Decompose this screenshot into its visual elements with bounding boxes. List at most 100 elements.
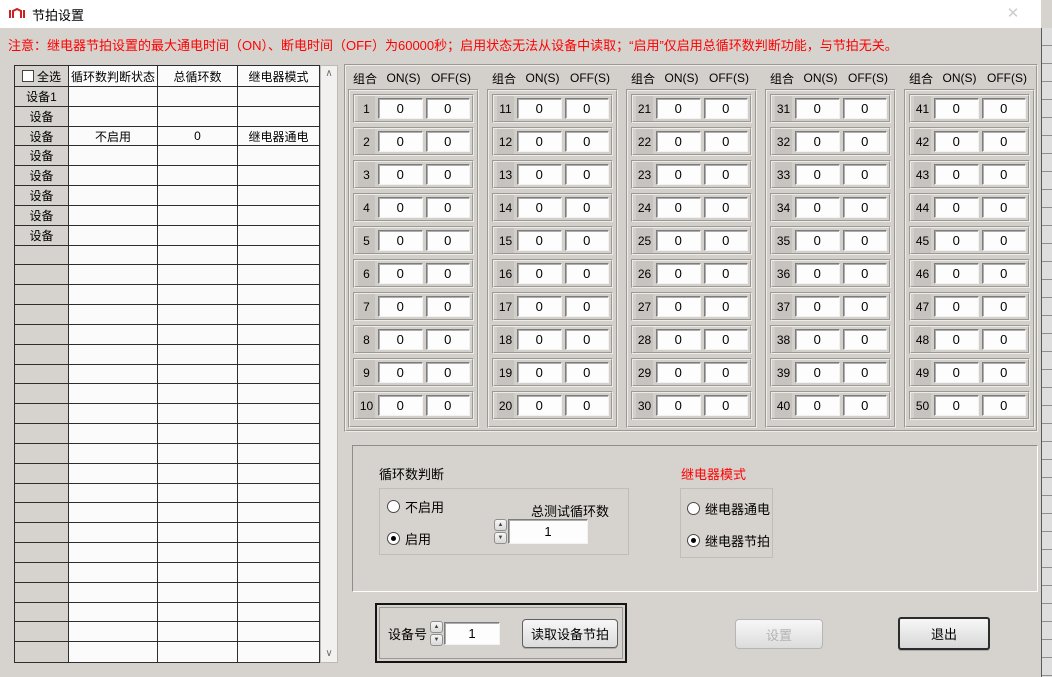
off-seconds-input[interactable]: 0 [843, 329, 888, 350]
off-seconds-input[interactable]: 0 [843, 197, 888, 218]
on-seconds-input[interactable]: 0 [795, 395, 840, 416]
off-seconds-input[interactable]: 0 [565, 164, 610, 185]
off-seconds-input[interactable]: 0 [565, 98, 610, 119]
device-row-label[interactable] [15, 246, 69, 266]
on-seconds-input[interactable]: 0 [378, 329, 423, 350]
total-cycles-input[interactable]: 1 [508, 519, 588, 544]
off-seconds-input[interactable]: 0 [982, 263, 1027, 284]
on-seconds-input[interactable]: 0 [934, 131, 979, 152]
on-seconds-input[interactable]: 0 [795, 230, 840, 251]
off-seconds-input[interactable]: 0 [565, 230, 610, 251]
radio-cycle-disable[interactable]: 不启用 [387, 497, 444, 516]
on-seconds-input[interactable]: 0 [378, 230, 423, 251]
on-seconds-input[interactable]: 0 [795, 131, 840, 152]
off-seconds-input[interactable]: 0 [704, 197, 749, 218]
close-icon[interactable]: ✕ [999, 3, 1027, 25]
spin-up-icon[interactable]: ▲ [494, 519, 507, 531]
off-seconds-input[interactable]: 0 [704, 263, 749, 284]
off-seconds-input[interactable]: 0 [843, 164, 888, 185]
on-seconds-input[interactable]: 0 [656, 296, 701, 317]
table-scrollbar[interactable]: ∧ ∨ [320, 65, 338, 663]
on-seconds-input[interactable]: 0 [934, 98, 979, 119]
on-seconds-input[interactable]: 0 [378, 296, 423, 317]
off-seconds-input[interactable]: 0 [426, 296, 471, 317]
device-row-label[interactable] [15, 305, 69, 325]
off-seconds-input[interactable]: 0 [704, 395, 749, 416]
off-seconds-input[interactable]: 0 [565, 395, 610, 416]
on-seconds-input[interactable]: 0 [795, 98, 840, 119]
on-seconds-input[interactable]: 0 [656, 395, 701, 416]
off-seconds-input[interactable]: 0 [704, 329, 749, 350]
on-seconds-input[interactable]: 0 [517, 329, 562, 350]
device-row-label[interactable] [15, 563, 69, 583]
off-seconds-input[interactable]: 0 [982, 362, 1027, 383]
on-seconds-input[interactable]: 0 [517, 263, 562, 284]
on-seconds-input[interactable]: 0 [934, 395, 979, 416]
on-seconds-input[interactable]: 0 [656, 164, 701, 185]
off-seconds-input[interactable]: 0 [565, 131, 610, 152]
off-seconds-input[interactable]: 0 [565, 263, 610, 284]
exit-button[interactable]: 退出 [898, 617, 990, 650]
on-seconds-input[interactable]: 0 [934, 230, 979, 251]
on-seconds-input[interactable]: 0 [795, 362, 840, 383]
off-seconds-input[interactable]: 0 [565, 329, 610, 350]
off-seconds-input[interactable]: 0 [704, 164, 749, 185]
on-seconds-input[interactable]: 0 [656, 98, 701, 119]
on-seconds-input[interactable]: 0 [378, 197, 423, 218]
off-seconds-input[interactable]: 0 [982, 395, 1027, 416]
on-seconds-input[interactable]: 0 [517, 362, 562, 383]
device-row-label[interactable] [15, 345, 69, 365]
off-seconds-input[interactable]: 0 [565, 296, 610, 317]
off-seconds-input[interactable]: 0 [426, 263, 471, 284]
off-seconds-input[interactable]: 0 [843, 263, 888, 284]
off-seconds-input[interactable]: 0 [426, 329, 471, 350]
off-seconds-input[interactable]: 0 [704, 362, 749, 383]
on-seconds-input[interactable]: 0 [517, 296, 562, 317]
on-seconds-input[interactable]: 0 [378, 263, 423, 284]
on-seconds-input[interactable]: 0 [378, 164, 423, 185]
off-seconds-input[interactable]: 0 [426, 164, 471, 185]
on-seconds-input[interactable]: 0 [378, 395, 423, 416]
off-seconds-input[interactable]: 0 [426, 98, 471, 119]
select-all-checkbox[interactable] [22, 70, 34, 82]
device-row-label[interactable]: 设备 [15, 127, 69, 147]
spin-down-icon[interactable]: ▼ [430, 634, 443, 646]
device-row-label[interactable]: 设备 [15, 146, 69, 166]
on-seconds-input[interactable]: 0 [795, 164, 840, 185]
on-seconds-input[interactable]: 0 [378, 131, 423, 152]
on-seconds-input[interactable]: 0 [517, 230, 562, 251]
off-seconds-input[interactable]: 0 [843, 296, 888, 317]
device-number-input[interactable]: 1 [444, 622, 500, 645]
radio-cycle-enable[interactable]: 启用 [387, 529, 431, 548]
off-seconds-input[interactable]: 0 [843, 362, 888, 383]
device-row-label[interactable]: 设备 [15, 206, 69, 226]
off-seconds-input[interactable]: 0 [565, 362, 610, 383]
on-seconds-input[interactable]: 0 [934, 263, 979, 284]
device-row-label[interactable] [15, 622, 69, 642]
off-seconds-input[interactable]: 0 [426, 131, 471, 152]
on-seconds-input[interactable]: 0 [656, 131, 701, 152]
off-seconds-input[interactable]: 0 [426, 197, 471, 218]
off-seconds-input[interactable]: 0 [982, 329, 1027, 350]
on-seconds-input[interactable]: 0 [656, 197, 701, 218]
on-seconds-input[interactable]: 0 [378, 362, 423, 383]
off-seconds-input[interactable]: 0 [704, 230, 749, 251]
on-seconds-input[interactable]: 0 [656, 329, 701, 350]
on-seconds-input[interactable]: 0 [934, 197, 979, 218]
device-row-label[interactable] [15, 484, 69, 504]
device-row-label[interactable] [15, 424, 69, 444]
radio-relay-power[interactable]: 继电器通电 [687, 499, 770, 518]
device-row-label[interactable] [15, 464, 69, 484]
off-seconds-input[interactable]: 0 [426, 230, 471, 251]
scroll-down-icon[interactable]: ∨ [321, 646, 337, 662]
device-row-label[interactable] [15, 365, 69, 385]
set-button[interactable]: 设置 [735, 619, 823, 649]
on-seconds-input[interactable]: 0 [378, 98, 423, 119]
off-seconds-input[interactable]: 0 [843, 395, 888, 416]
off-seconds-input[interactable]: 0 [982, 230, 1027, 251]
device-row-label[interactable] [15, 543, 69, 563]
off-seconds-input[interactable]: 0 [704, 131, 749, 152]
on-seconds-input[interactable]: 0 [517, 98, 562, 119]
off-seconds-input[interactable]: 0 [704, 296, 749, 317]
off-seconds-input[interactable]: 0 [426, 395, 471, 416]
